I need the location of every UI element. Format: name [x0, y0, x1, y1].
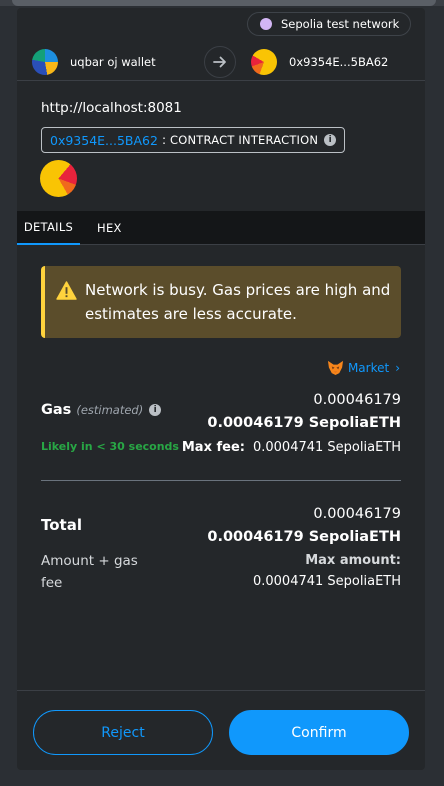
contract-address-link[interactable]: 0x9354E...5BA62: [50, 133, 158, 148]
gas-timing-estimate: Likely in < 30 seconds: [41, 440, 179, 453]
contract-type-label: CONTRACT INTERACTION: [170, 133, 319, 147]
warning-icon: [56, 281, 77, 300]
total-amount: 0.00046179: [313, 506, 401, 522]
market-label: Market: [347, 360, 390, 375]
contract-avatar: [40, 160, 77, 197]
reject-button[interactable]: Reject: [33, 710, 213, 755]
sender-name: uqbar oj wallet: [70, 55, 156, 69]
gas-row-label: Gas (estimated) i: [41, 402, 162, 418]
info-icon[interactable]: i: [324, 134, 337, 146]
max-fee-value: 0.0004741 SepoliaETH: [252, 440, 401, 455]
network-busy-warning: Network is busy. Gas prices are high and…: [41, 266, 401, 338]
total-label: Total: [41, 516, 82, 534]
sender-recipient-row: uqbar oj wallet 0x9354E...5BA62: [17, 43, 425, 81]
tab-details[interactable]: DETAILS: [17, 211, 80, 245]
confirm-transaction-popup: Sepolia test network uqbar oj wallet 0x9…: [17, 8, 425, 770]
chevron-right-icon: ›: [395, 360, 400, 375]
sender-account[interactable]: uqbar oj wallet: [32, 49, 156, 75]
recipient-account[interactable]: 0x9354E...5BA62: [251, 49, 388, 75]
gas-label: Gas: [41, 402, 72, 418]
network-label: Sepolia test network: [281, 17, 400, 31]
max-amount-value: 0.0004741 SepoliaETH: [252, 574, 401, 589]
total-sublabel: Amount + gas fee: [41, 553, 138, 591]
gas-amount-currency: 0.00046179 SepoliaETH: [207, 415, 401, 431]
gas-estimated-label: (estimated): [76, 403, 144, 417]
warning-text: Network is busy. Gas prices are high and…: [85, 281, 391, 323]
arrow-right-icon: [204, 46, 236, 78]
network-row: Sepolia test network: [17, 8, 425, 38]
top-strip-bar: [12, 0, 436, 6]
tab-bar: DETAILS HEX: [17, 211, 425, 245]
info-icon[interactable]: i: [149, 404, 162, 416]
recipient-name: 0x9354E...5BA62: [289, 55, 389, 69]
page-footer: Reject Confirm: [17, 690, 425, 770]
fox-icon: [327, 360, 343, 376]
site-origin: http://localhost:8081: [41, 100, 182, 116]
gas-amount: 0.00046179: [313, 392, 401, 408]
confirm-button[interactable]: Confirm: [229, 710, 409, 755]
max-fee-label: Max fee:: [181, 440, 245, 455]
section-divider: [41, 480, 401, 481]
recipient-avatar: [251, 49, 277, 75]
tab-hex[interactable]: HEX: [97, 211, 122, 245]
network-display[interactable]: Sepolia test network: [247, 12, 411, 36]
sender-avatar: [32, 49, 58, 75]
contract-interaction-badge: 0x9354E...5BA62 : CONTRACT INTERACTION i: [41, 127, 345, 153]
gas-fee-edit-link[interactable]: Market ›: [327, 359, 400, 376]
total-amount-currency: 0.00046179 SepoliaETH: [207, 529, 401, 545]
network-dot-icon: [260, 18, 272, 30]
browser-top-strip: [0, 0, 444, 6]
contract-separator: :: [161, 133, 167, 147]
gas-max-fee: Max fee: 0.0004741 SepoliaETH: [182, 440, 401, 455]
max-amount-label: Max amount:: [305, 553, 401, 568]
